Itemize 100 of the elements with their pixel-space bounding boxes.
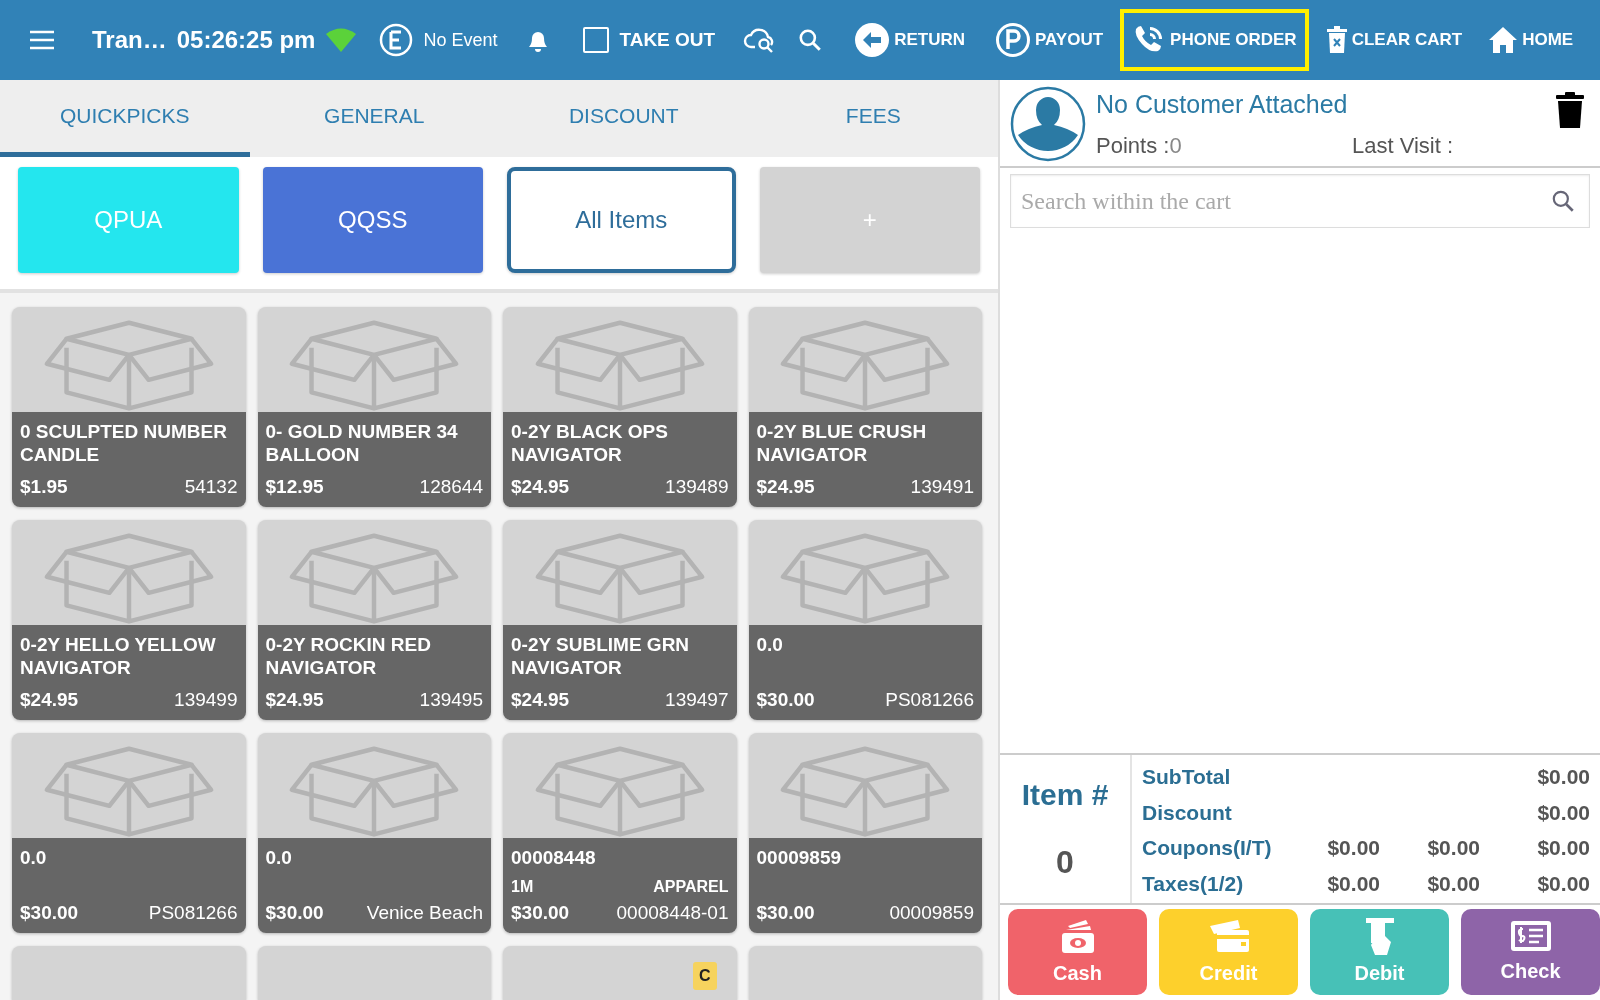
- product-code: 139497: [665, 687, 729, 712]
- summary-label: Taxes(1/2): [1142, 870, 1245, 897]
- item-count-label: Item #: [1021, 776, 1109, 813]
- product-tile[interactable]: 0.0 $30.00 Venice Beach: [257, 733, 491, 933]
- product-tile[interactable]: [12, 946, 246, 1000]
- toolbar-button[interactable]: PHONE ORDER: [1120, 9, 1309, 71]
- parking-icon: [995, 22, 1032, 58]
- toolbar-button[interactable]: CLEAR CART: [1314, 13, 1474, 67]
- product-name: 0-2Y BLACK OPS NAVIGATOR: [511, 420, 669, 467]
- points-label: Points :: [1096, 132, 1170, 160]
- product-name: 0-2Y HELLO YELLOW NAVIGATOR: [20, 633, 217, 680]
- product-tile[interactable]: 0.0 $30.00 PS081266: [12, 733, 246, 933]
- product-name: 00008448: [511, 846, 597, 870]
- search-icon[interactable]: [797, 27, 824, 53]
- summary-value: $0.00: [1326, 870, 1380, 897]
- tag-badge: C: [692, 962, 717, 990]
- trash-icon[interactable]: [1556, 92, 1584, 128]
- product-code: PS081266: [885, 687, 974, 712]
- event-icon: [379, 23, 414, 57]
- category-button[interactable]: QQSS: [262, 167, 483, 273]
- toolbar-button[interactable]: PAYOUT: [984, 9, 1115, 71]
- product-price: $24.95: [20, 687, 79, 712]
- department-label: APPAREL: [653, 876, 729, 897]
- wifi-icon: [325, 27, 358, 53]
- clock-time: 05:26:25 pm: [176, 25, 316, 55]
- product-price: $30.00: [511, 900, 570, 925]
- product-name: 0- GOLD NUMBER 34 BALLOON: [265, 420, 459, 467]
- product-code: 139489: [665, 474, 729, 499]
- product-tile[interactable]: 0-2Y BLUE CRUSH NAVIGATOR $24.95 139491: [748, 307, 982, 507]
- product-price: $1.95: [20, 474, 68, 499]
- tab[interactable]: DISCOUNT: [499, 80, 749, 157]
- toolbar-button[interactable]: RETURN: [843, 9, 977, 71]
- summary-label: Discount: [1142, 799, 1233, 826]
- product-tile[interactable]: 0-2Y BLACK OPS NAVIGATOR $24.95 139489: [503, 307, 737, 507]
- product-code: 00009859: [889, 900, 974, 925]
- menu-button[interactable]: [28, 29, 56, 51]
- product-tile[interactable]: 00009859 $30.00 00009859: [748, 733, 982, 933]
- product-tile[interactable]: 0-2Y HELLO YELLOW NAVIGATOR $24.95 139499: [12, 520, 246, 720]
- product-name: 0.0: [20, 846, 48, 870]
- check-icon: [1508, 918, 1553, 954]
- product-price: $24.95: [511, 474, 570, 499]
- summary-value: $0.00: [1536, 799, 1590, 826]
- product-tile[interactable]: 0-2Y SUBLIME GRN NAVIGATOR $24.95 139497: [503, 520, 737, 720]
- product-name: 0 SCULPTED NUMBER CANDLE: [20, 420, 228, 467]
- home-icon: [1488, 26, 1519, 54]
- product-price: $24.95: [756, 474, 815, 499]
- product-name: 0.0: [265, 846, 293, 870]
- points-value: 0: [1169, 132, 1182, 160]
- last-visit-label: Last Visit :: [1352, 132, 1454, 160]
- product-name: 0-2Y BLUE CRUSH NAVIGATOR: [756, 420, 928, 467]
- product-code: 139491: [910, 474, 974, 499]
- toolbar-button[interactable]: HOME: [1477, 13, 1585, 67]
- product-price: $30.00: [756, 687, 815, 712]
- product-price: $24.95: [511, 687, 570, 712]
- item-count: 0: [1056, 843, 1074, 883]
- summary-value: $0.00: [1426, 835, 1480, 861]
- payment-button[interactable]: Check: [1461, 909, 1600, 995]
- product-tile[interactable]: 0-2Y ROCKIN RED NAVIGATOR $24.95 139495: [257, 520, 491, 720]
- summary-label: Coupons(I/T): [1142, 835, 1273, 861]
- menu-icon: [28, 29, 56, 51]
- product-price: $30.00: [756, 900, 815, 925]
- category-button[interactable]: All Items: [507, 167, 736, 273]
- product-code: 54132: [184, 474, 238, 499]
- product-code: PS081266: [148, 900, 238, 925]
- summary-value: $0.00: [1536, 835, 1590, 861]
- trash-icon: [1325, 26, 1348, 54]
- product-tile[interactable]: [748, 946, 982, 1000]
- product-tile[interactable]: C: [503, 946, 737, 1000]
- product-name: 0-2Y ROCKIN RED NAVIGATOR: [265, 633, 432, 680]
- summary-label: SubTotal: [1142, 764, 1232, 790]
- product-tile[interactable]: 0.0 $30.00 PS081266: [748, 520, 982, 720]
- size-label: 1M: [511, 876, 534, 897]
- event-label: No Event: [423, 28, 498, 52]
- avatar-icon: [1010, 86, 1086, 162]
- product-price: $24.95: [265, 687, 324, 712]
- product-tile[interactable]: 0 SCULPTED NUMBER CANDLE $1.95 54132: [12, 307, 246, 507]
- summary-value: $0.00: [1426, 870, 1480, 897]
- product-tile[interactable]: [257, 946, 491, 1000]
- product-price: $30.00: [265, 900, 324, 925]
- search-field[interactable]: Search within the cart: [1010, 174, 1590, 228]
- tab[interactable]: FEES: [748, 80, 998, 157]
- customer-name: No Customer Attached: [1096, 89, 1349, 120]
- product-code: 139499: [174, 687, 238, 712]
- summary-value: $0.00: [1326, 835, 1380, 861]
- product-name: 00009859: [756, 846, 843, 870]
- payment-button[interactable]: Cash: [1008, 909, 1147, 995]
- product-tile[interactable]: 0- GOLD NUMBER 34 BALLOON $12.95 128644: [257, 307, 491, 507]
- product-code: Venice Beach: [366, 900, 483, 925]
- product-code: 139495: [419, 687, 483, 712]
- product-tile[interactable]: 00008448 1M APPAREL $30.00 00008448-01: [503, 733, 737, 933]
- take-out-checkbox[interactable]: TAKE OUT: [583, 25, 716, 55]
- product-price: $30.00: [20, 900, 79, 925]
- transaction-label: Tran…: [92, 25, 167, 55]
- search-icon: [1550, 188, 1576, 214]
- product-name: 0.0: [756, 633, 784, 657]
- summary-value: $0.00: [1536, 870, 1590, 897]
- summary-value: $0.00: [1536, 764, 1590, 790]
- tab[interactable]: GENERAL: [249, 80, 499, 157]
- product-code: 128644: [419, 474, 483, 499]
- product-code: 00008448-01: [616, 900, 729, 925]
